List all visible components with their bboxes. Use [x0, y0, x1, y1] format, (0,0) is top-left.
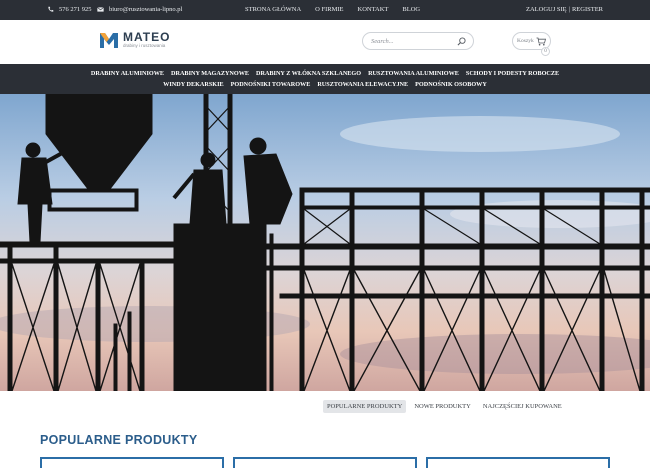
cart-label: Koszyk — [517, 38, 534, 44]
main-nav: DRABINY ALUMINIOWE DRABINY MAGAZYNOWE DR… — [0, 64, 650, 94]
auth-separator: | — [568, 6, 570, 13]
top-nav: STRONA GŁÓWNA O FIRMIE KONTAKT BLOG — [245, 6, 420, 13]
logo-brand: MATEO — [123, 30, 171, 44]
auth-links: ZALOGUJ SIĘ | REGISTER — [526, 6, 603, 13]
section-title: POPULARNE PRODUKTY — [40, 433, 198, 447]
top-bar: 576 271 925 biuro@rusztowania-lipno.pl S… — [0, 0, 650, 20]
product-tabs: POPULARNE PRODUKTY NOWE PRODUKTY NAJCZĘŚ… — [323, 400, 566, 413]
contact-phone[interactable]: 576 271 925 — [47, 6, 92, 13]
cart-count-badge: 0 — [541, 47, 550, 56]
search-icon[interactable] — [457, 37, 466, 46]
search-box — [362, 32, 474, 50]
search-input[interactable] — [371, 36, 451, 47]
phone-number: 576 271 925 — [59, 6, 92, 13]
top-nav-about[interactable]: O FIRMIE — [315, 6, 343, 13]
logo-mark-icon — [100, 33, 118, 48]
product-card[interactable] — [233, 457, 417, 468]
nav-fiberglass-ladders[interactable]: DRABINY Z WŁÓKNA SZKLANEGO — [256, 70, 361, 77]
tab-popular[interactable]: POPULARNE PRODUKTY — [323, 400, 407, 413]
email-address: biuro@rusztowania-lipno.pl — [109, 6, 183, 13]
nav-aluminium-ladders[interactable]: DRABINY ALUMINIOWE — [91, 70, 164, 77]
contact-email[interactable]: biuro@rusztowania-lipno.pl — [97, 6, 182, 13]
nav-roofing-lifts[interactable]: WINDY DEKARSKIE — [163, 81, 223, 88]
phone-icon — [48, 6, 54, 12]
register-link[interactable]: REGISTER — [572, 6, 603, 13]
login-link[interactable]: ZALOGUJ SIĘ — [526, 6, 567, 13]
site-logo[interactable]: MATEO drabiny i rusztowania — [99, 30, 170, 50]
mail-icon — [97, 7, 104, 12]
nav-facade-scaffolding[interactable]: RUSZTOWANIA ELEWACYJNE — [317, 81, 408, 88]
nav-stairs-platforms[interactable]: SCHODY I PODESTY ROBOCZE — [466, 70, 559, 77]
top-nav-blog[interactable]: BLOG — [402, 6, 420, 13]
top-nav-home[interactable]: STRONA GŁÓWNA — [245, 6, 301, 13]
site-header: MATEO drabiny i rusztowania Koszyk 0 — [0, 20, 650, 64]
tab-bestsellers[interactable]: NAJCZĘŚCIEJ KUPOWANE — [479, 400, 566, 413]
nav-aluminium-scaffolding[interactable]: RUSZTOWANIA ALUMINIOWE — [368, 70, 459, 77]
nav-goods-hoists[interactable]: PODNOŚNIKI TOWAROWE — [231, 81, 311, 88]
nav-personnel-lift[interactable]: PODNOŚNIK OSOBOWY — [415, 81, 487, 88]
nav-warehouse-ladders[interactable]: DRABINY MAGAZYNOWE — [171, 70, 249, 77]
hero-image — [0, 94, 650, 391]
hero-banner — [0, 94, 650, 391]
product-card[interactable] — [40, 457, 224, 468]
top-nav-contact[interactable]: KONTAKT — [358, 6, 389, 13]
product-card[interactable] — [426, 457, 610, 468]
tab-new[interactable]: NOWE PRODUKTY — [410, 400, 475, 413]
logo-tagline: drabiny i rusztowania — [123, 43, 166, 48]
cart-icon — [536, 37, 546, 45]
